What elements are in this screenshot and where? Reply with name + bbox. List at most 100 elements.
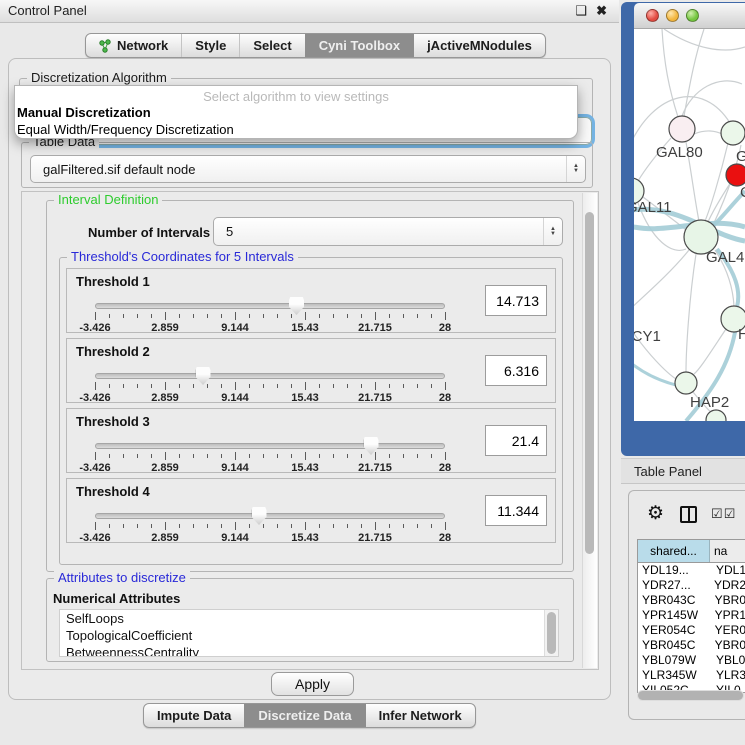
slider-track[interactable] <box>95 443 445 449</box>
list-item[interactable]: SelfLoops <box>60 610 558 627</box>
threshold-slider[interactable]: -3.4262.8599.14415.4321.71528 <box>95 506 445 538</box>
tick-mark <box>305 312 306 320</box>
list-item[interactable]: TopologicalCoefficient <box>60 627 558 644</box>
table-row[interactable]: YDR27...YDR2 <box>638 578 745 593</box>
table-cell[interactable]: YDL1 <box>710 563 745 578</box>
tab-style[interactable]: Style <box>181 34 239 57</box>
popup-option-manual-discretization[interactable]: Manual Discretization <box>15 104 577 121</box>
slider-track[interactable] <box>95 303 445 309</box>
horizontal-scrollbar[interactable] <box>637 690 744 701</box>
threshold-value-field[interactable]: 11.344 <box>485 495 547 526</box>
table-row[interactable]: YBR045CYBR0 <box>638 638 745 653</box>
node-label: GAL80 <box>656 144 703 161</box>
scale-label: 28 <box>439 532 451 544</box>
apply-button[interactable]: Apply <box>271 672 354 696</box>
threshold-value-field[interactable]: 14.713 <box>485 285 547 316</box>
table-cell[interactable]: YLR3 <box>710 668 745 683</box>
threshold-value-field[interactable]: 6.316 <box>485 355 547 386</box>
threshold-slider[interactable]: -3.4262.8599.14415.4321.71528 <box>95 436 445 468</box>
tick-mark <box>137 454 138 458</box>
scale-label: 21.715 <box>358 322 392 334</box>
float-window-icon[interactable]: ❑ <box>575 3 587 19</box>
split-columns-icon[interactable] <box>680 506 697 523</box>
threshold-slider[interactable]: -3.4262.8599.14415.4321.71528 <box>95 366 445 398</box>
tab-cyni-toolbox[interactable]: Cyni Toolbox <box>305 34 413 57</box>
network-node-node[interactable] <box>706 410 726 421</box>
column-header-name[interactable]: na <box>710 540 745 562</box>
panel-title: Control Panel <box>8 3 87 18</box>
table-cell[interactable]: YLR345W <box>638 668 710 683</box>
table-row[interactable]: YLR345WYLR3 <box>638 668 745 683</box>
table-cell[interactable]: YBR043C <box>638 593 709 608</box>
top-tab-bar: NetworkStyleSelectCyni ToolboxjActiveMNo… <box>85 33 546 58</box>
tick-mark <box>291 454 292 458</box>
threshold-slider[interactable]: -3.4262.8599.14415.4321.71528 <box>95 296 445 328</box>
table-data-combobox[interactable]: galFiltered.sif default node ▲▼ <box>30 155 586 183</box>
list-scrollbar[interactable] <box>544 610 558 656</box>
table-row[interactable]: YPR145WYPR1 <box>638 608 745 623</box>
node-label: HAP2 <box>690 394 729 411</box>
tab-discretize-data[interactable]: Discretize Data <box>244 704 364 727</box>
table-cell[interactable]: YPR145W <box>638 608 709 623</box>
threshold-label: Threshold 4 <box>76 484 150 499</box>
tab-impute-data[interactable]: Impute Data <box>144 704 244 727</box>
network-node-HAP2-node[interactable] <box>675 372 697 394</box>
table-cell[interactable]: YBR0 <box>709 638 745 653</box>
slider-track[interactable] <box>95 373 445 379</box>
tick-mark <box>123 454 124 458</box>
tick-mark <box>445 522 446 530</box>
number-of-intervals-combobox[interactable]: 5 ▲▼ <box>213 217 563 246</box>
column-header-shared-name[interactable]: shared... <box>638 540 710 562</box>
tick-mark <box>137 524 138 528</box>
table-cell[interactable]: YBR045C <box>638 638 709 653</box>
popup-option-equal-width-frequency[interactable]: Equal Width/Frequency Discretization <box>15 121 577 138</box>
traffic-light-close-icon[interactable] <box>646 9 659 22</box>
stepper-arrows-icon[interactable]: ▲▼ <box>543 218 562 245</box>
table-cell[interactable]: YDR27... <box>638 578 708 593</box>
table-cell[interactable]: YPR1 <box>709 608 745 623</box>
close-icon[interactable]: ✖ <box>596 3 607 19</box>
gear-icon[interactable]: ⚙ <box>647 504 664 524</box>
popup-placeholder: Select algorithm to view settings <box>15 86 577 104</box>
tick-mark <box>123 384 124 388</box>
network-node-red-node[interactable] <box>726 164 745 186</box>
tick-mark <box>417 454 418 458</box>
tab-jactivemnodules[interactable]: jActiveMNodules <box>413 34 545 57</box>
table-row[interactable]: YBL079WYBL0 <box>638 653 745 668</box>
tick-mark <box>389 454 390 458</box>
slider-track[interactable] <box>95 513 445 519</box>
interval-definition-group: Interval Definition Number of Intervals … <box>46 200 574 572</box>
tab-infer-network[interactable]: Infer Network <box>365 704 475 727</box>
tab-select[interactable]: Select <box>239 34 304 57</box>
traffic-light-minimize-icon[interactable] <box>666 9 679 22</box>
scrollbar-thumb[interactable] <box>585 212 594 554</box>
attributes-group: Attributes to discretize Numerical Attri… <box>46 578 574 662</box>
scrollbar-thumb[interactable] <box>547 612 556 654</box>
traffic-light-zoom-icon[interactable] <box>686 9 699 22</box>
table-row[interactable]: YDL19...YDL1 <box>638 563 745 578</box>
checked-checkbox-icons[interactable]: ☑☑ <box>711 506 736 522</box>
list-item[interactable]: BetweennessCentrality <box>60 644 558 657</box>
table-cell[interactable]: YER0 <box>709 623 745 638</box>
table-cell[interactable]: YDR2 <box>708 578 745 593</box>
table-cell[interactable]: YDL19... <box>638 563 710 578</box>
network-canvas[interactable]: GAL80GACGAL11GAL4GCY1HHAP2 <box>634 29 745 421</box>
tick-mark <box>277 454 278 458</box>
tick-mark <box>375 382 376 390</box>
threshold-value-field[interactable]: 21.4 <box>485 425 547 456</box>
table-row[interactable]: YBR043CYBR0 <box>638 593 745 608</box>
table-cell[interactable]: YBL079W <box>638 653 710 668</box>
network-node-GAL80-node[interactable] <box>669 116 695 142</box>
table-cell[interactable]: YBL0 <box>710 653 745 668</box>
table-cell[interactable]: YER054C <box>638 623 709 638</box>
attributes-list[interactable]: SelfLoopsTopologicalCoefficientBetweenne… <box>59 609 559 657</box>
stepper-arrows-icon[interactable]: ▲▼ <box>566 156 585 182</box>
network-node-node[interactable] <box>721 121 745 145</box>
table-row[interactable]: YER054CYER0 <box>638 623 745 638</box>
pane-scrollbar[interactable] <box>582 193 597 668</box>
tab-network[interactable]: Network <box>86 34 181 57</box>
scrollbar-thumb[interactable] <box>638 691 743 700</box>
table-cell[interactable]: YBR0 <box>709 593 745 608</box>
network-window-titlebar[interactable] <box>634 3 745 29</box>
tick-mark <box>137 384 138 388</box>
